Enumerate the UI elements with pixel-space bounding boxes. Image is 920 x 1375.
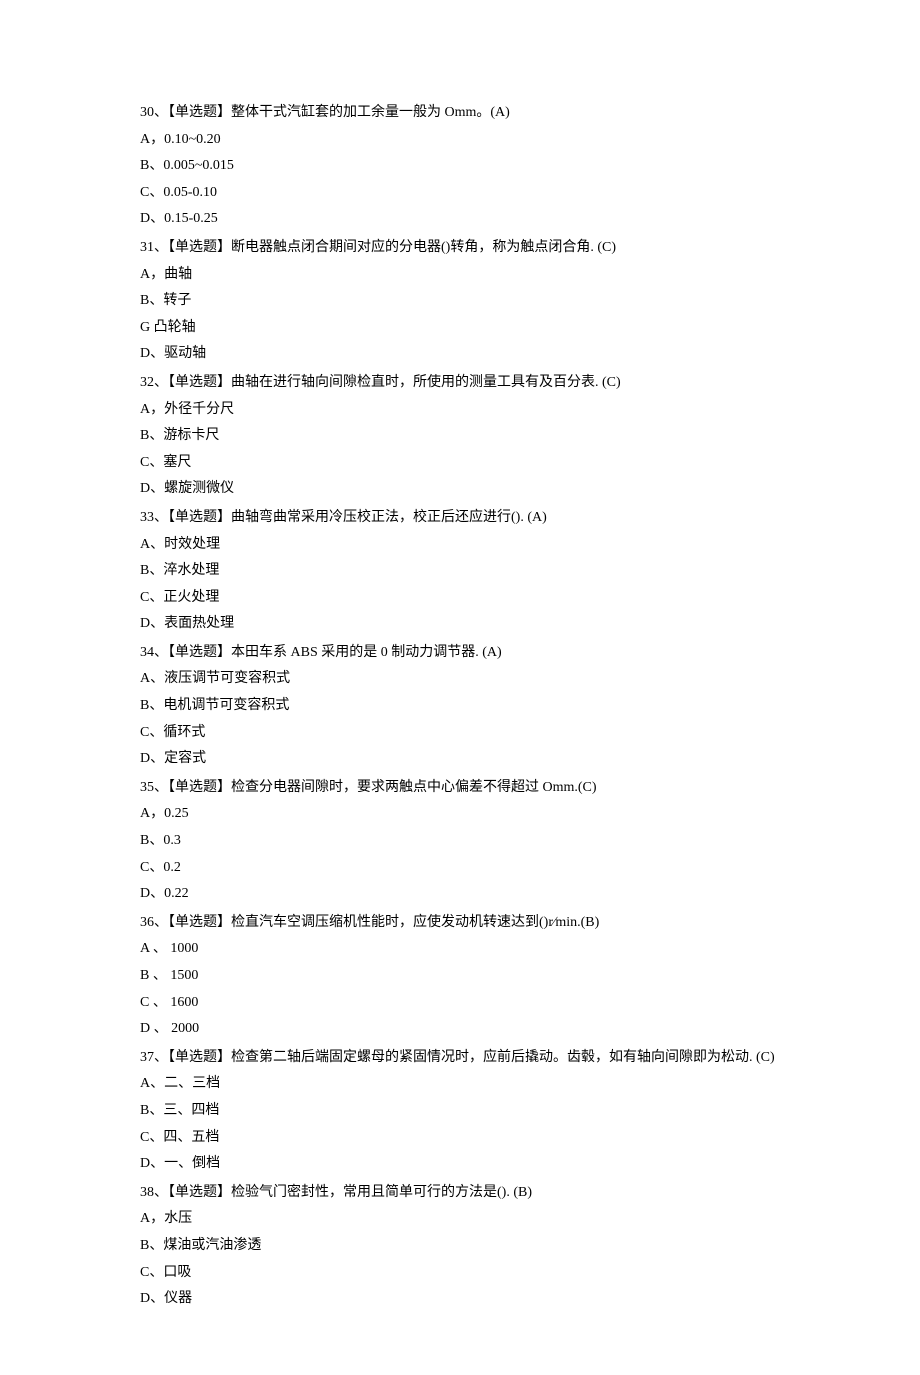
option-line: B 、 1500 [140,963,780,990]
document-body: 30、【单选题】整体干式汽缸套的加工余量一般为 Omm。(A)A，0.10~0.… [140,100,780,1313]
question-text: 35、【单选题】检查分电器间隙时，要求两触点中心偏差不得超过 Omm.(C) [140,775,780,802]
question-text: 33、【单选题】曲轴弯曲常采用冷压校正法，校正后还应进行(). (A) [140,505,780,532]
question-block: 38、【单选题】检验气门密封性，常用且简单可行的方法是(). (B)A，水压B、… [140,1180,780,1313]
option-line: A，水压 [140,1206,780,1233]
option-line: D、仪器 [140,1286,780,1313]
question-block: 32、【单选题】曲轴在进行轴向间隙检直时，所使用的测量工具有及百分表. (C)A… [140,370,780,503]
option-line: D、定容式 [140,746,780,773]
question-block: 37、【单选题】检查第二轴后端固定螺母的紧固情况时，应前后撬动。齿毂，如有轴向间… [140,1045,780,1178]
option-line: A、二、三档 [140,1071,780,1098]
question-block: 35、【单选题】检查分电器间隙时，要求两触点中心偏差不得超过 Omm.(C)A，… [140,775,780,908]
option-line: D 、 2000 [140,1016,780,1043]
option-line: B、0.005~0.015 [140,153,780,180]
option-line: B、转子 [140,288,780,315]
question-text: 36、【单选题】检直汽车空调压缩机性能时，应使发动机转速达到()r∕min.(B… [140,910,780,937]
question-text: 37、【单选题】检查第二轴后端固定螺母的紧固情况时，应前后撬动。齿毂，如有轴向间… [140,1045,780,1072]
option-line: D、一、倒档 [140,1151,780,1178]
option-line: C、正火处理 [140,585,780,612]
option-line: A，0.10~0.20 [140,127,780,154]
option-line: D、螺旋测微仪 [140,476,780,503]
option-line: A，外径千分尺 [140,397,780,424]
question-block: 36、【单选题】检直汽车空调压缩机性能时，应使发动机转速达到()r∕min.(B… [140,910,780,1043]
question-block: 31、【单选题】断电器触点闭合期间对应的分电器()转角，称为触点闭合角. (C)… [140,235,780,368]
question-block: 33、【单选题】曲轴弯曲常采用冷压校正法，校正后还应进行(). (A)A、时效处… [140,505,780,638]
question-block: 34、【单选题】本田车系 ABS 采用的是 0 制动力调节器. (A)A、液压调… [140,640,780,773]
question-text: 30、【单选题】整体干式汽缸套的加工余量一般为 Omm。(A) [140,100,780,127]
option-line: B、0.3 [140,828,780,855]
option-line: B、淬水处理 [140,558,780,585]
option-line: D、0.15-0.25 [140,206,780,233]
option-line: C 、 1600 [140,990,780,1017]
option-line: B、游标卡尺 [140,423,780,450]
option-line: C、塞尺 [140,450,780,477]
question-block: 30、【单选题】整体干式汽缸套的加工余量一般为 Omm。(A)A，0.10~0.… [140,100,780,233]
option-line: A、液压调节可变容积式 [140,666,780,693]
option-line: A，曲轴 [140,262,780,289]
question-text: 38、【单选题】检验气门密封性，常用且简单可行的方法是(). (B) [140,1180,780,1207]
option-line: C、循环式 [140,720,780,747]
option-line: D、表面热处理 [140,611,780,638]
option-line: B、三、四档 [140,1098,780,1125]
option-line: B、电机调节可变容积式 [140,693,780,720]
option-line: C、四、五档 [140,1125,780,1152]
option-line: C、0.05-0.10 [140,180,780,207]
question-text: 34、【单选题】本田车系 ABS 采用的是 0 制动力调节器. (A) [140,640,780,667]
option-line: A、时效处理 [140,532,780,559]
option-line: G 凸轮轴 [140,315,780,342]
question-text: 32、【单选题】曲轴在进行轴向间隙检直时，所使用的测量工具有及百分表. (C) [140,370,780,397]
option-line: A 、 1000 [140,936,780,963]
question-text: 31、【单选题】断电器触点闭合期间对应的分电器()转角，称为触点闭合角. (C) [140,235,780,262]
option-line: A，0.25 [140,801,780,828]
option-line: C、口吸 [140,1260,780,1287]
option-line: D、驱动轴 [140,341,780,368]
option-line: D、0.22 [140,881,780,908]
option-line: B、煤油或汽油渗透 [140,1233,780,1260]
option-line: C、0.2 [140,855,780,882]
